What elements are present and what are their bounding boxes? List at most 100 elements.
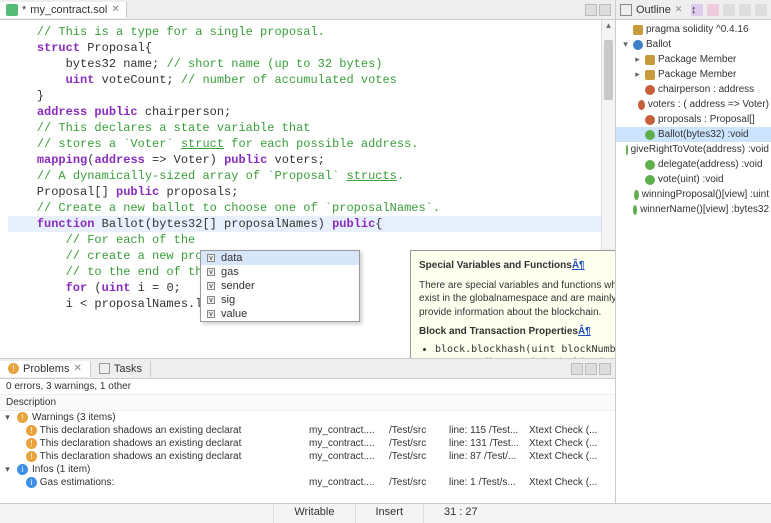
- maximize-icon[interactable]: [755, 4, 767, 16]
- editor-tab[interactable]: * my_contract.sol ✕: [0, 2, 127, 18]
- outline-label: vote(uint) :void: [658, 174, 724, 185]
- outline-item[interactable]: chairperson : address: [616, 82, 771, 97]
- maximize-icon[interactable]: [599, 363, 611, 375]
- code-line[interactable]: function Ballot(bytes32[] proposalNames)…: [8, 216, 607, 232]
- pkg-icon: [633, 25, 643, 35]
- editor-tab-bar: * my_contract.sol ✕: [0, 0, 615, 20]
- info-icon: i: [26, 477, 37, 488]
- outline-item[interactable]: voters : ( address => Voter): [616, 97, 771, 112]
- outline-label: Package Member: [658, 69, 736, 80]
- field-icon: [638, 100, 645, 110]
- autocomplete-item[interactable]: vsender: [201, 279, 359, 293]
- field-icon: [645, 85, 655, 95]
- outline-item[interactable]: proposals : Proposal[]: [616, 112, 771, 127]
- tooltip-anchor-icon[interactable]: Â¶: [578, 326, 591, 337]
- problems-tree[interactable]: ▾!Warnings (3 items)! This declaration s…: [0, 411, 615, 503]
- code-line[interactable]: bytes32 name; // short name (up to 32 by…: [8, 56, 607, 72]
- group-label: Infos (1 item): [32, 464, 90, 475]
- outline-item[interactable]: pragma solidity ^0.4.16: [616, 22, 771, 37]
- code-line[interactable]: // Create a new ballot to choose one of …: [8, 200, 607, 216]
- class-icon: [633, 40, 643, 50]
- outline-item[interactable]: ▸ Package Member: [616, 67, 771, 82]
- problem-row[interactable]: ! This declaration shadows an existing d…: [0, 437, 615, 450]
- col-type[interactable]: [529, 397, 609, 408]
- variable-icon: v: [207, 296, 215, 304]
- info-icon: i: [17, 464, 28, 475]
- code-line[interactable]: Proposal[] public proposals;: [8, 184, 607, 200]
- variable-icon: v: [207, 310, 215, 318]
- autocomplete-item[interactable]: vsig: [201, 293, 359, 307]
- minimize-icon[interactable]: [585, 4, 597, 16]
- autocomplete-item[interactable]: vdata: [201, 251, 359, 265]
- outline-item[interactable]: giveRightToVote(address) :void: [616, 142, 771, 157]
- scroll-up-arrow-icon[interactable]: ▴: [602, 20, 615, 34]
- editor-pane-controls: [581, 4, 615, 16]
- outline-label: Ballot(bytes32) :void: [658, 129, 749, 140]
- tab-tasks[interactable]: Tasks: [91, 361, 151, 377]
- warn-icon: !: [26, 438, 37, 449]
- code-line[interactable]: // This is a type for a single proposal.: [8, 24, 607, 40]
- autocomplete-item[interactable]: vgas: [201, 265, 359, 279]
- code-line[interactable]: // A dynamically-sized array of `Proposa…: [8, 168, 607, 184]
- scrollbar-thumb[interactable]: [604, 40, 613, 100]
- code-line[interactable]: // This declares a state variable that: [8, 120, 607, 136]
- method-icon: [645, 130, 655, 140]
- outline-tree[interactable]: pragma solidity ^0.4.16▾Ballot ▸ Package M…: [616, 20, 771, 503]
- close-icon[interactable]: ✕: [111, 4, 119, 15]
- variable-icon: v: [207, 282, 215, 290]
- tooltip-anchor-icon[interactable]: Â¶: [572, 260, 585, 271]
- tab-problems[interactable]: ! Problems ✕: [0, 361, 91, 377]
- method-icon: [633, 205, 637, 215]
- outline-item[interactable]: delegate(address) :void: [616, 157, 771, 172]
- outline-item[interactable]: Ballot(bytes32) :void: [616, 127, 771, 142]
- variable-icon: v: [207, 268, 215, 276]
- close-icon[interactable]: ✕: [73, 363, 81, 374]
- col-resource[interactable]: [309, 397, 389, 408]
- tree-twisty-icon[interactable]: ▾: [621, 39, 630, 50]
- outline-title: Outline: [636, 4, 671, 16]
- outline-item[interactable]: ▸Package Member: [616, 52, 771, 67]
- minimize-icon[interactable]: [585, 363, 597, 375]
- filter-icon[interactable]: [707, 4, 719, 16]
- sort-icon[interactable]: ↕: [691, 4, 703, 16]
- outline-label: delegate(address) :void: [658, 159, 763, 170]
- collapse-all-icon[interactable]: [723, 4, 735, 16]
- outline-item[interactable]: winnerName()[view] :bytes32: [616, 202, 771, 217]
- method-icon: [634, 190, 639, 200]
- minimize-icon[interactable]: [739, 4, 751, 16]
- code-line[interactable]: }: [8, 88, 607, 104]
- code-line[interactable]: mapping(address => Voter) public voters;: [8, 152, 607, 168]
- tooltip-bullet: block.blockhash(uint blockNumber) return…: [435, 343, 615, 359]
- col-location[interactable]: [449, 397, 529, 408]
- status-insert-mode: Insert: [355, 504, 424, 523]
- outline-item[interactable]: winningProposal()[view] :uint: [616, 187, 771, 202]
- tree-twisty-icon[interactable]: ▸: [633, 54, 642, 65]
- code-line[interactable]: address public chairperson;: [8, 104, 607, 120]
- outline-item[interactable]: ▾Ballot: [616, 37, 771, 52]
- view-menu-icon[interactable]: [571, 363, 583, 375]
- autocomplete-item[interactable]: vvalue: [201, 307, 359, 321]
- tree-twisty-icon[interactable]: ▾: [2, 464, 13, 475]
- col-description[interactable]: Description: [6, 397, 309, 408]
- code-line[interactable]: uint voteCount; // number of accumulated…: [8, 72, 607, 88]
- close-icon[interactable]: ✕: [675, 4, 683, 15]
- outline-item[interactable]: vote(uint) :void: [616, 172, 771, 187]
- problems-group[interactable]: ▾!Warnings (3 items): [0, 411, 615, 424]
- problem-row[interactable]: ! This declaration shadows an existing d…: [0, 424, 615, 437]
- outline-label: voters : ( address => Voter): [648, 99, 769, 110]
- tooltip-paragraph: There are special variables and function…: [419, 279, 615, 320]
- code-line[interactable]: struct Proposal{: [8, 40, 607, 56]
- tree-twisty-icon[interactable]: ▾: [2, 412, 13, 423]
- code-line[interactable]: // For each of the: [8, 232, 607, 248]
- status-cursor-position: 31 : 27: [423, 504, 498, 523]
- dirty-indicator: *: [22, 4, 26, 16]
- col-path[interactable]: [389, 397, 449, 408]
- outline-label: winningProposal()[view] :uint: [642, 189, 769, 200]
- problems-group[interactable]: ▾ i Infos (1 item): [0, 463, 615, 476]
- code-editor[interactable]: // This is a type for a single proposal.…: [0, 20, 615, 358]
- code-line[interactable]: // stores a `Voter` struct for each poss…: [8, 136, 607, 152]
- maximize-icon[interactable]: [599, 4, 611, 16]
- problem-row[interactable]: ! This declaration shadows an existing d…: [0, 450, 615, 463]
- problem-row[interactable]: i Gas estimations:my_contract..../Test/s…: [0, 476, 615, 489]
- tree-twisty-icon[interactable]: ▸: [633, 69, 642, 80]
